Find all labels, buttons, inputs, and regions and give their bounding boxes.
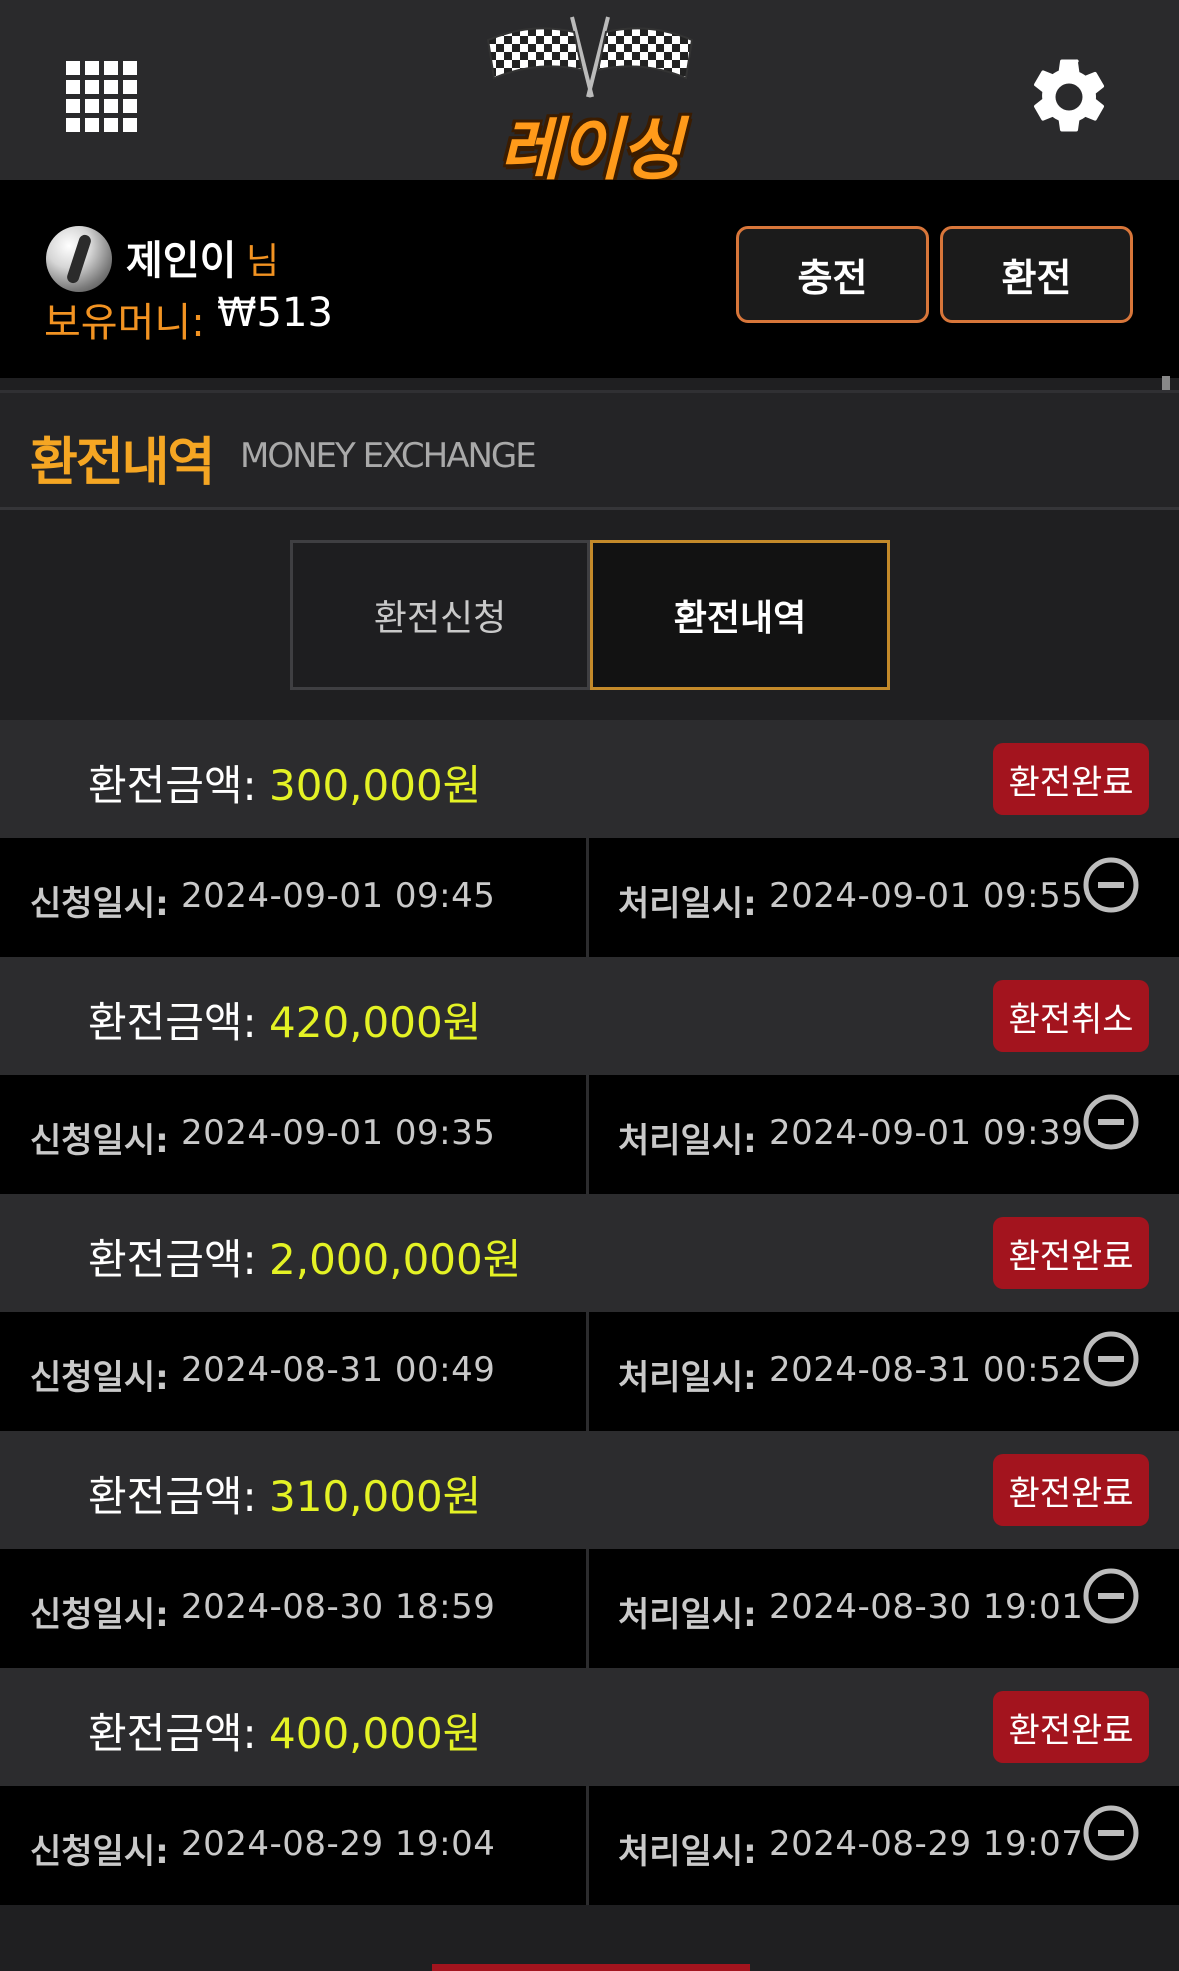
amount-value: 300,000원 <box>269 761 482 810</box>
user-level-avatar <box>46 226 112 292</box>
amount-value: 310,000원 <box>269 1472 482 1521</box>
processed-label: 처리일시: <box>618 1595 757 1635</box>
checkered-flags-icon <box>486 16 694 98</box>
processed-time: 2024-09-01 09:55 <box>769 876 1084 916</box>
requested-time: 2024-09-01 09:35 <box>181 1113 496 1153</box>
amount-label: 환전금액: <box>88 761 257 810</box>
tab-exchange-request[interactable]: 환전신청 <box>290 540 590 690</box>
processed-label: 처리일시: <box>618 884 757 924</box>
minus-circle-icon[interactable] <box>1082 1567 1140 1625</box>
site-logo[interactable]: 레이싱 <box>480 12 700 190</box>
requested-label: 신청일시: <box>30 1358 169 1398</box>
requested-time: 2024-08-30 18:59 <box>181 1587 496 1627</box>
balance-value: ₩513 <box>217 290 333 336</box>
processed-time: 2024-09-01 09:39 <box>769 1113 1084 1153</box>
gear-icon[interactable] <box>1024 52 1114 142</box>
processed-time: 2024-08-31 00:52 <box>769 1350 1084 1390</box>
minus-circle-icon[interactable] <box>1082 1093 1140 1151</box>
date-divider <box>586 1312 589 1431</box>
balance-label: 보유머니: <box>44 300 205 346</box>
amount-value: 400,000원 <box>269 1709 482 1758</box>
scroll-indicator <box>1162 376 1170 390</box>
amount-value: 2,000,000원 <box>269 1235 522 1284</box>
requested-time: 2024-09-01 09:45 <box>181 876 496 916</box>
page-subtitle: MONEY EXCHANGE <box>240 436 537 476</box>
status-badge: 환전완료 <box>993 1691 1149 1763</box>
date-divider <box>586 1075 589 1194</box>
date-divider <box>586 1786 589 1905</box>
logo-text: 레이싱 <box>499 111 683 190</box>
status-badge: 환전완료 <box>993 743 1149 815</box>
status-badge: 환전완료 <box>993 1217 1149 1289</box>
processed-label: 처리일시: <box>618 1121 757 1161</box>
requested-label: 신청일시: <box>30 1595 169 1635</box>
withdraw-button[interactable]: 환전 <box>940 226 1133 323</box>
page-title: 환전내역 <box>30 433 215 493</box>
processed-label: 처리일시: <box>618 1358 757 1398</box>
requested-time: 2024-08-29 19:04 <box>181 1824 496 1864</box>
amount-label: 환전금액: <box>88 1709 257 1758</box>
requested-label: 신청일시: <box>30 884 169 924</box>
grid-menu-icon[interactable] <box>66 61 138 133</box>
processed-label: 처리일시: <box>618 1832 757 1872</box>
processed-time: 2024-08-30 19:01 <box>769 1587 1084 1627</box>
requested-label: 신청일시: <box>30 1121 169 1161</box>
date-divider <box>586 838 589 957</box>
amount-label: 환전금액: <box>88 1235 257 1284</box>
date-divider <box>586 1549 589 1668</box>
amount-value: 420,000원 <box>269 998 482 1047</box>
deposit-button[interactable]: 충전 <box>736 226 929 323</box>
tab-exchange-history[interactable]: 환전내역 <box>590 540 890 690</box>
minus-circle-icon[interactable] <box>1082 1804 1140 1862</box>
minus-circle-icon[interactable] <box>1082 856 1140 914</box>
username-honorific: 님 <box>246 241 280 282</box>
bottom-nav-indicator <box>432 1964 750 1971</box>
status-badge: 환전취소 <box>993 980 1149 1052</box>
minus-circle-icon[interactable] <box>1082 1330 1140 1388</box>
requested-label: 신청일시: <box>30 1832 169 1872</box>
requested-time: 2024-08-31 00:49 <box>181 1350 496 1390</box>
username: 제인이 <box>126 238 237 284</box>
amount-label: 환전금액: <box>88 1472 257 1521</box>
status-badge: 환전완료 <box>993 1454 1149 1526</box>
amount-label: 환전금액: <box>88 998 257 1047</box>
processed-time: 2024-08-29 19:07 <box>769 1824 1084 1864</box>
